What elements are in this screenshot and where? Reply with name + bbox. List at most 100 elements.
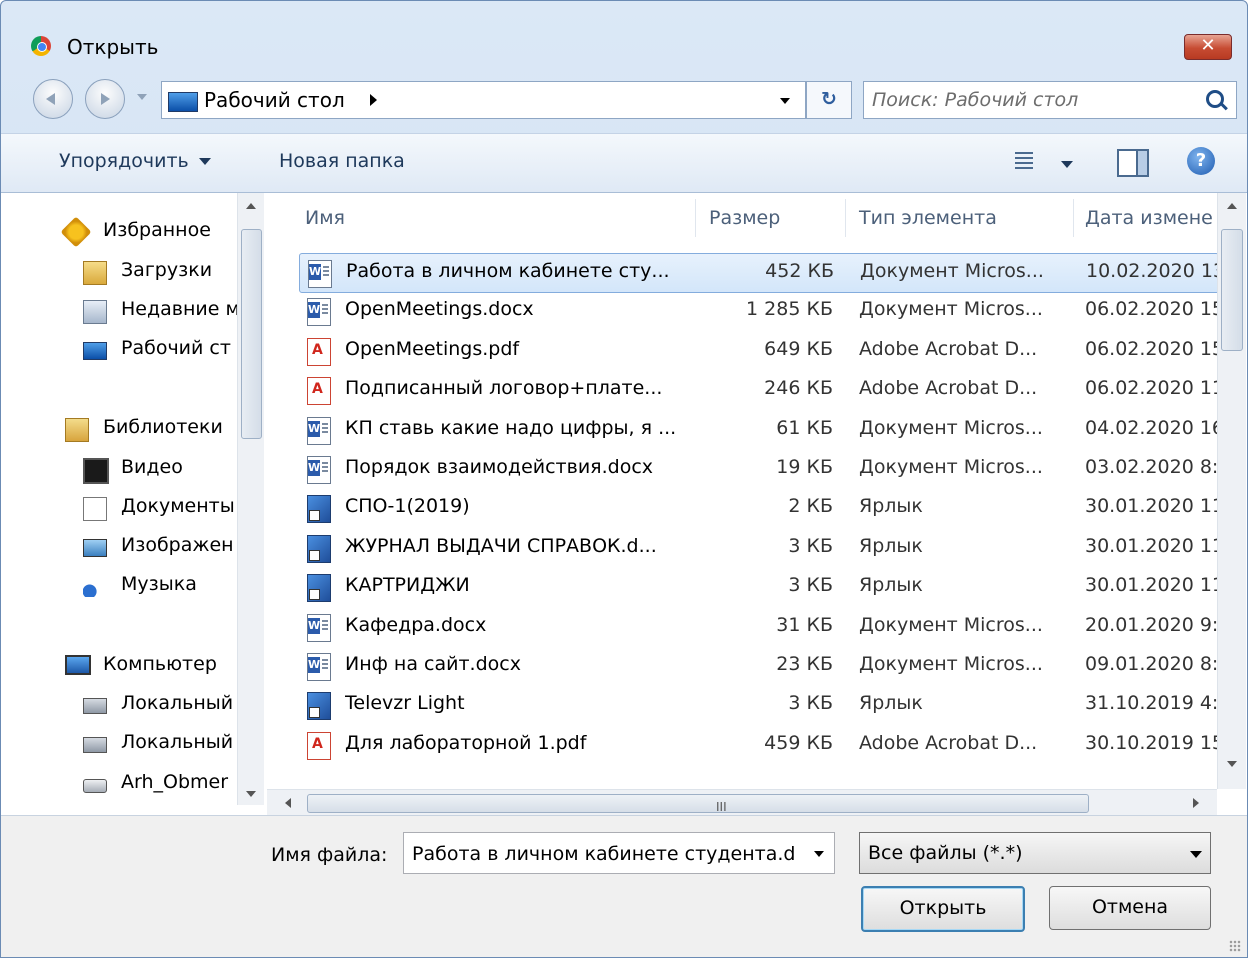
file-date: 06.02.2020 15 <box>1085 298 1217 321</box>
scroll-down-icon[interactable] <box>246 791 256 797</box>
file-name: OpenMeetings.pdf <box>345 337 520 360</box>
file-row[interactable]: Кафедра.docx 31 КБ Документ Micros... 20.01… <box>299 608 1217 646</box>
local-disk-icon <box>83 698 107 714</box>
organize-button[interactable]: Упорядочить <box>59 150 211 172</box>
file-row[interactable]: Televzr Light 3 КБ Ярлык 31.10.2019 4: <box>299 686 1217 724</box>
recent-locations-dropdown[interactable] <box>137 94 147 100</box>
forward-button[interactable] <box>85 79 125 119</box>
navigation-scrollbar[interactable] <box>237 193 264 805</box>
scroll-thumb[interactable]: III <box>307 794 1089 814</box>
column-header-size[interactable]: Размер <box>709 193 849 243</box>
file-row[interactable]: ЖУРНАЛ ВЫДАЧИ СПРАВОК.d... 3 КБ Ярлык 30.01… <box>299 529 1217 567</box>
file-size: 3 КБ <box>788 692 833 715</box>
sidebar-item-label: Рабочий ст <box>121 337 231 359</box>
cancel-button[interactable]: Отмена <box>1049 886 1211 930</box>
desktop-icon <box>83 342 107 360</box>
column-header-type[interactable]: Тип элемента <box>859 193 1069 243</box>
file-row[interactable]: OpenMeetings.docx 1 285 КБ Документ Micros… <box>299 292 1217 330</box>
scroll-up-icon[interactable] <box>1227 203 1237 209</box>
filetype-select[interactable]: Все файлы (*.*) <box>859 832 1211 874</box>
filename-label: Имя файла: <box>271 844 388 866</box>
preview-pane-icon[interactable] <box>1117 149 1149 177</box>
column-divider[interactable] <box>845 199 846 237</box>
new-folder-button[interactable]: Новая папка <box>279 150 405 172</box>
file-row[interactable]: Порядок взаимодействия.docx 19 КБ Документ… <box>299 450 1217 488</box>
scroll-up-icon[interactable] <box>246 203 256 209</box>
file-type: Adobe Acrobat D... <box>859 337 1038 360</box>
file-date: 09.01.2020 8: <box>1085 653 1217 675</box>
column-header-date[interactable]: Дата измене <box>1085 193 1217 243</box>
shortcut-icon <box>307 574 331 603</box>
column-divider[interactable] <box>1073 199 1074 237</box>
scroll-down-icon[interactable] <box>1227 761 1237 767</box>
chevron-down-icon[interactable] <box>1190 851 1202 858</box>
search-box[interactable] <box>863 81 1237 119</box>
filename-dropdown-icon[interactable] <box>814 851 824 857</box>
column-size-label: Размер <box>709 207 781 229</box>
desktop-icon <box>168 92 198 112</box>
open-button[interactable]: Открыть <box>861 886 1025 932</box>
scroll-thumb[interactable] <box>1221 229 1243 351</box>
filetype-value: Все файлы (*.*) <box>868 842 1023 864</box>
search-icon[interactable] <box>1206 90 1224 108</box>
horizontal-scrollbar[interactable]: III <box>267 789 1217 816</box>
file-name: Televzr Light <box>345 692 465 715</box>
column-divider[interactable] <box>695 199 696 237</box>
address-bar[interactable]: Рабочий стол <box>161 81 806 119</box>
file-size: 31 КБ <box>776 613 833 636</box>
word-document-icon <box>307 298 331 327</box>
file-row[interactable]: СПО-1(2019) 2 КБ Ярлык 30.01.2020 11 <box>299 489 1217 527</box>
file-date: 30.01.2020 11 <box>1085 574 1217 597</box>
view-dropdown-icon[interactable] <box>1061 161 1073 168</box>
file-list-scrollbar[interactable] <box>1217 193 1246 789</box>
sidebar-item-label: Загрузки <box>121 259 213 281</box>
pdf-document-icon <box>307 377 331 406</box>
file-name: Работа в личном кабинете сту... <box>346 260 670 282</box>
view-options-icon[interactable] <box>1015 152 1033 170</box>
file-name: OpenMeetings.docx <box>345 298 534 321</box>
back-button[interactable] <box>33 79 73 119</box>
network-drive-icon <box>83 779 107 793</box>
sidebar-item-label: Документы <box>121 495 235 517</box>
address-dropdown-icon[interactable] <box>780 98 790 104</box>
close-button[interactable]: ✕ <box>1184 34 1232 60</box>
file-row[interactable]: Подписанный логовор+плате... 246 КБ Adobe … <box>299 371 1217 409</box>
scroll-grip: III <box>716 800 727 814</box>
file-date: 06.02.2020 15 <box>1085 337 1217 360</box>
resize-grip[interactable] <box>1229 940 1241 952</box>
file-row[interactable]: КП ставь какие надо цифры, я ... 61 КБ Док… <box>299 411 1217 449</box>
file-type: Ярлык <box>859 574 923 597</box>
file-date: 30.10.2019 15 <box>1085 731 1217 754</box>
shortcut-icon <box>307 534 331 563</box>
content-area: Избранное Загрузки Недавние м Рабочий ст Биб… <box>1 193 1247 816</box>
scroll-right-icon[interactable] <box>1193 798 1199 808</box>
file-row[interactable]: Инф на сайт.docx 23 КБ Документ Micros... 0… <box>299 647 1217 685</box>
search-input[interactable] <box>870 86 1194 114</box>
chrome-app-icon <box>31 36 51 56</box>
address-text: Рабочий стол <box>204 88 345 112</box>
video-icon <box>83 458 109 484</box>
file-size: 61 КБ <box>776 416 833 439</box>
scroll-left-icon[interactable] <box>285 798 291 808</box>
file-name: Инф на сайт.docx <box>345 653 521 675</box>
refresh-button[interactable]: ↻ <box>806 81 852 119</box>
filename-input[interactable]: Работа в личном кабинете студента.d <box>412 843 802 865</box>
word-document-icon <box>307 416 331 445</box>
scroll-thumb[interactable] <box>241 229 262 439</box>
file-row[interactable]: OpenMeetings.pdf 649 КБ Adobe Acrobat D...… <box>299 332 1217 370</box>
file-row[interactable]: Работа в личном кабинете сту... 452 КБ Док… <box>299 253 1217 293</box>
sidebar-item-label: Видео <box>121 456 183 478</box>
file-list: Имя Размер Тип элемента Дата измене Рабо… <box>267 193 1217 789</box>
column-date-label: Дата измене <box>1085 207 1213 229</box>
refresh-icon: ↻ <box>821 88 837 110</box>
column-header-name[interactable]: Имя <box>305 193 695 243</box>
word-document-icon <box>307 456 331 484</box>
dialog-footer: Имя файла: Работа в личном кабинете студ… <box>1 815 1247 957</box>
documents-icon <box>83 497 107 521</box>
breadcrumb-arrow-icon[interactable] <box>370 94 377 106</box>
help-icon[interactable]: ? <box>1187 147 1215 175</box>
filename-combobox[interactable]: Работа в личном кабинете студента.d <box>403 832 835 874</box>
close-icon: ✕ <box>1200 35 1216 56</box>
file-row[interactable]: КАРТРИДЖИ 3 КБ Ярлык 30.01.2020 11 <box>299 568 1217 606</box>
file-row[interactable]: Для лабораторной 1.pdf 459 КБ Adobe Acroba… <box>299 726 1217 764</box>
